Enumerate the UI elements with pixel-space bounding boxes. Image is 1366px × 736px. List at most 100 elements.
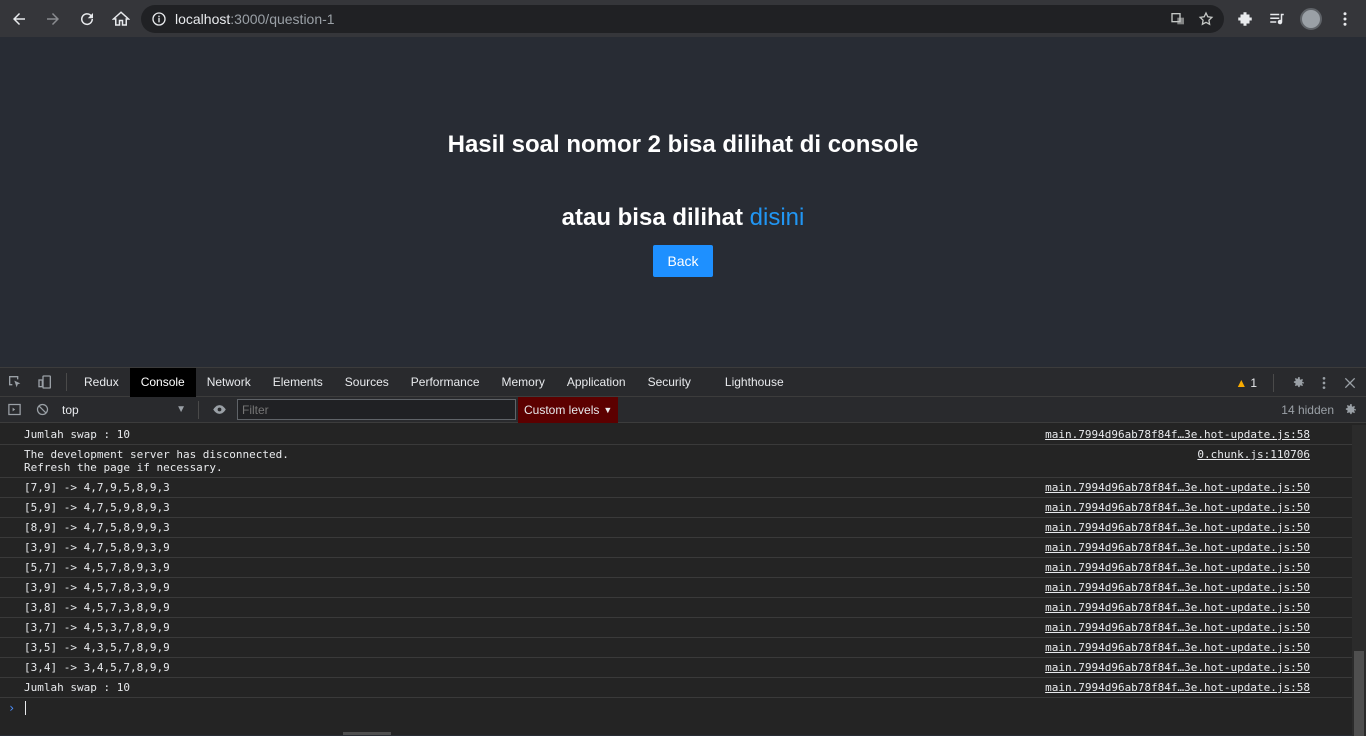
star-icon[interactable] — [1198, 11, 1214, 27]
log-levels-dropdown[interactable]: Custom levels ▼ — [518, 396, 619, 423]
separator — [1273, 373, 1274, 392]
back-arrow-icon[interactable] — [4, 4, 34, 34]
warning-count: 1 — [1250, 375, 1257, 390]
page-heading: Hasil soal nomor 2 bisa dilihat di conso… — [447, 131, 919, 158]
warning-icon: ▲ — [1235, 375, 1248, 390]
page-subheading: atau bisa dilihat disini — [0, 204, 1366, 232]
console-source-link[interactable]: main.7994d96ab78f84f…3e.hot-update.js:50 — [1045, 521, 1310, 534]
tab-performance[interactable]: Performance — [400, 368, 491, 397]
console-source-link[interactable]: main.7994d96ab78f84f…3e.hot-update.js:58 — [1045, 681, 1310, 694]
console-message: Jumlah swap : 10 main.7994d96ab78f84f…3e.… — [0, 425, 1352, 445]
console-messages: Jumlah swap : 10 main.7994d96ab78f84f…3e.… — [0, 425, 1352, 736]
more-menu-icon[interactable] — [1336, 10, 1354, 28]
console-source-link[interactable]: main.7994d96ab78f84f…3e.hot-update.js:50 — [1045, 621, 1310, 634]
console-message: [5,9] -> 4,7,5,9,8,9,3 main.7994d96ab78f8… — [0, 498, 1352, 518]
profile-avatar[interactable] — [1300, 7, 1322, 30]
address-bar[interactable]: localhost:3000/question-1 — [141, 5, 1224, 33]
console-message: [3,9] -> 4,5,7,8,3,9,9 main.7994d96ab78f8… — [0, 578, 1352, 598]
context-selector[interactable]: top ▼ — [56, 399, 192, 421]
disini-link[interactable]: disini — [750, 204, 805, 231]
levels-label: Custom levels — [524, 402, 600, 417]
console-message-text: [8,9] -> 4,7,5,8,9,9,3 — [24, 521, 170, 534]
separator — [198, 400, 199, 419]
console-message-text: [3,9] -> 4,5,7,8,3,9,9 — [24, 581, 170, 594]
text-caret — [25, 701, 27, 715]
console-message-text: [3,5] -> 4,3,5,7,8,9,9 — [24, 641, 170, 654]
console-message-text: The development server has disconnected.… — [24, 448, 289, 474]
scrollbar-thumb[interactable] — [1354, 651, 1364, 736]
console-message-text: [5,7] -> 4,5,7,8,9,3,9 — [24, 561, 170, 574]
console-source-link[interactable]: main.7994d96ab78f84f…3e.hot-update.js:50 — [1045, 641, 1310, 654]
clear-console-icon[interactable] — [28, 402, 56, 417]
separator — [66, 373, 67, 391]
console-message-text: [3,8] -> 4,5,7,3,8,9,9 — [24, 601, 170, 614]
console-source-link[interactable]: main.7994d96ab78f84f…3e.hot-update.js:58 — [1045, 428, 1310, 441]
console-message-text: [3,4] -> 3,4,5,7,8,9,9 — [24, 661, 170, 674]
console-message: The development server has disconnected.… — [0, 445, 1352, 478]
console-settings-gear-icon[interactable] — [1342, 402, 1358, 418]
console-toolbar: top ▼ Custom levels▼ 14 hidden — [0, 396, 1366, 423]
console-message: [7,9] -> 4,7,9,5,8,9,3 main.7994d96ab78f8… — [0, 478, 1352, 498]
console-source-link[interactable]: main.7994d96ab78f84f…3e.hot-update.js:50 — [1045, 501, 1310, 514]
subheading-text: atau bisa dilihat — [561, 204, 750, 231]
translate-icon[interactable] — [1170, 11, 1186, 27]
media-control-icon[interactable] — [1268, 10, 1286, 28]
tab-memory[interactable]: Memory — [491, 368, 556, 397]
devtools-more-icon[interactable] — [1316, 375, 1332, 391]
console-message-text: [7,9] -> 4,7,9,5,8,9,3 — [24, 481, 170, 494]
settings-gear-icon[interactable] — [1290, 375, 1306, 391]
console-message: [3,7] -> 4,5,3,7,8,9,9 main.7994d96ab78f8… — [0, 618, 1352, 638]
tab-lighthouse[interactable]: Lighthouse — [714, 368, 795, 397]
sidebar-toggle-icon[interactable] — [0, 402, 28, 417]
console-message-text: [5,9] -> 4,7,5,9,8,9,3 — [24, 501, 170, 514]
console-message: [3,4] -> 3,4,5,7,8,9,9 main.7994d96ab78f8… — [0, 658, 1352, 678]
tab-elements[interactable]: Elements — [262, 368, 334, 397]
tab-sources[interactable]: Sources — [334, 368, 400, 397]
tab-redux[interactable]: Redux — [73, 368, 130, 397]
warnings-counter[interactable]: ▲ 1 — [1235, 376, 1257, 390]
console-source-link[interactable]: main.7994d96ab78f84f…3e.hot-update.js:50 — [1045, 481, 1310, 494]
extensions-icon[interactable] — [1236, 10, 1254, 28]
console-message-text: [3,7] -> 4,5,3,7,8,9,9 — [24, 621, 170, 634]
console-message: Jumlah swap : 10 main.7994d96ab78f84f…3e.… — [0, 678, 1352, 698]
console-source-link[interactable]: main.7994d96ab78f84f…3e.hot-update.js:50 — [1045, 541, 1310, 554]
chevron-down-icon: ▼ — [176, 404, 186, 415]
console-source-link[interactable]: main.7994d96ab78f84f…3e.hot-update.js:50 — [1045, 561, 1310, 574]
browser-toolbar: localhost:3000/question-1 — [0, 0, 1366, 37]
console-message: [3,9] -> 4,7,5,8,9,3,9 main.7994d96ab78f8… — [0, 538, 1352, 558]
tab-network[interactable]: Network — [196, 368, 262, 397]
info-icon[interactable] — [151, 11, 167, 27]
console-message-text: Jumlah swap : 10 — [24, 681, 130, 694]
tab-application[interactable]: Application — [556, 368, 637, 397]
console-message-text: [3,9] -> 4,7,5,8,9,3,9 — [24, 541, 170, 554]
console-message: [3,8] -> 4,5,7,3,8,9,9 main.7994d96ab78f8… — [0, 598, 1352, 618]
tab-security[interactable]: Security — [637, 368, 702, 397]
url-host: localhost — [175, 11, 231, 27]
console-source-link[interactable]: main.7994d96ab78f84f…3e.hot-update.js:50 — [1045, 661, 1310, 674]
prompt-chevron-icon: › — [8, 701, 16, 715]
console-source-link[interactable]: main.7994d96ab78f84f…3e.hot-update.js:50 — [1045, 601, 1310, 614]
devtools-tabbar: Redux Console Network Elements Sources Perfor… — [0, 367, 1366, 397]
url-text: localhost:3000/question-1 — [175, 11, 335, 27]
filter-input[interactable] — [237, 399, 516, 420]
forward-arrow-icon[interactable] — [38, 4, 68, 34]
console-source-link[interactable]: 0.chunk.js:110706 — [1197, 448, 1310, 474]
tab-console[interactable]: Console — [129, 367, 196, 397]
context-value: top — [62, 402, 79, 417]
page-content: Hasil soal nomor 2 bisa dilihat di conso… — [0, 37, 1366, 367]
console-source-link[interactable]: main.7994d96ab78f84f…3e.hot-update.js:50 — [1045, 581, 1310, 594]
console-message: [3,5] -> 4,3,5,7,8,9,9 main.7994d96ab78f8… — [0, 638, 1352, 658]
back-button[interactable]: Back — [653, 245, 713, 277]
console-message: [5,7] -> 4,5,7,8,9,3,9 main.7994d96ab78f8… — [0, 558, 1352, 578]
vertical-scrollbar[interactable] — [1352, 425, 1366, 736]
hidden-count: 14 hidden — [1281, 403, 1334, 417]
close-icon[interactable] — [1342, 375, 1358, 391]
reload-icon[interactable] — [72, 4, 102, 34]
console-prompt[interactable]: › — [0, 698, 1352, 718]
device-toolbar-icon[interactable] — [30, 368, 60, 397]
inspect-element-icon[interactable] — [0, 368, 30, 397]
home-icon[interactable] — [106, 4, 136, 34]
live-expression-eye-icon[interactable] — [205, 402, 233, 417]
url-path: :3000/question-1 — [230, 11, 335, 27]
devtools-tabs: Redux Console Network Elements Sources Perfor… — [73, 367, 795, 397]
